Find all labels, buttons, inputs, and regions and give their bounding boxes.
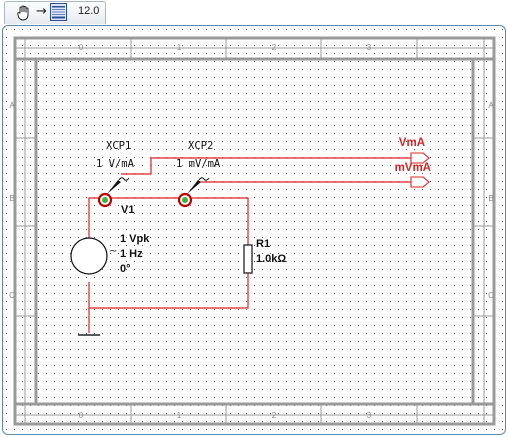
arrow-right-icon: →	[36, 4, 47, 19]
row-letter: A	[9, 101, 15, 110]
schematic-workspace[interactable]: 0 1 2 3 0 1 2 3 A B C A B C XCP1 1 V/mA …	[2, 25, 506, 435]
col-number: 3	[367, 43, 372, 52]
ac-tilde-icon: ~	[109, 246, 117, 257]
toolbar: → 12.0	[0, 0, 508, 26]
col-number: 0	[79, 43, 84, 52]
col-number: 1	[177, 43, 182, 52]
v1-ref: V1	[121, 204, 134, 216]
connector-mvma-label: mVmA	[395, 162, 431, 174]
schematic-canvas[interactable]: 0 1 2 3 0 1 2 3 A B C A B C XCP1 1 V/mA …	[3, 26, 505, 434]
col-number: 1	[177, 411, 182, 420]
zoom-level[interactable]: 12.0	[78, 5, 99, 17]
row-letter: C	[488, 291, 494, 300]
col-number: 2	[272, 43, 277, 52]
row-letter: B	[9, 194, 14, 203]
r1-ref: R1	[256, 238, 270, 250]
grid-background	[3, 26, 505, 434]
v1-frequency: 1 Hz	[120, 248, 143, 260]
col-number: 3	[367, 411, 372, 420]
hand-icon[interactable]	[15, 4, 33, 22]
xcp2-ref: XCP2	[188, 140, 213, 152]
voltage-source-v1[interactable]	[70, 237, 108, 275]
xcp2-scale: 1 mV/mA	[176, 158, 221, 170]
row-letter: A	[488, 101, 494, 110]
col-number: 0	[79, 411, 84, 420]
schematic-sheet-icon[interactable]	[50, 3, 67, 21]
col-number: 2	[272, 411, 277, 420]
xcp1-scale: 1 V/mA	[96, 158, 135, 170]
r1-value: 1.0kΩ	[256, 253, 286, 265]
row-letter: B	[488, 194, 493, 203]
xcp1-ref: XCP1	[106, 140, 131, 152]
connector-vma-label: VmA	[399, 137, 425, 149]
resistor-r1[interactable]	[243, 244, 253, 274]
v1-phase: 0°	[120, 263, 131, 275]
v1-amplitude: 1 Vpk	[120, 233, 150, 245]
row-letter: C	[9, 291, 15, 300]
